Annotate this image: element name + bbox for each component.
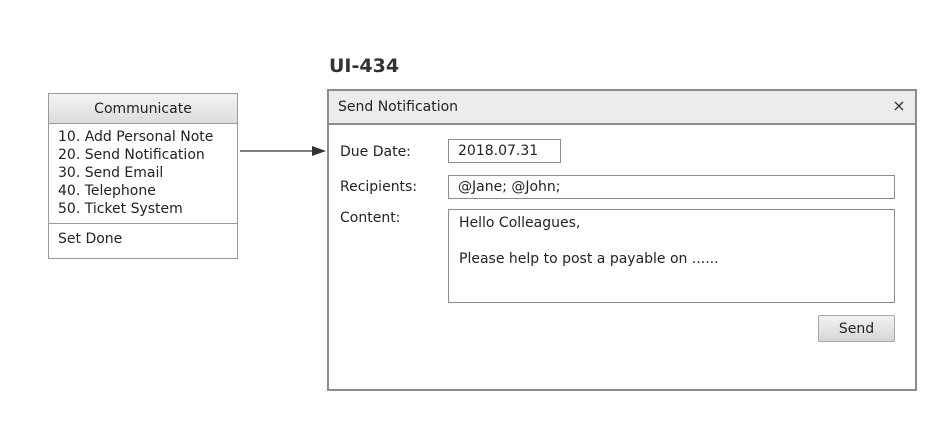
recipients-field[interactable]: @Jane; @John; [448,175,895,199]
content-line: Please help to post a payable on ...... [459,251,719,267]
menu-item-send-notification[interactable]: 20. Send Notification [58,146,237,164]
menu-item-ticket-system[interactable]: 50. Ticket System [58,200,237,218]
menu-title: Communicate [49,94,237,124]
dialog-titlebar: Send Notification × [329,91,915,125]
send-notification-dialog: Send Notification × Due Date: 2018.07.31… [327,89,917,391]
recipients-label: Recipients: [340,179,418,195]
content-line: Hello Colleagues, [459,215,581,231]
menu-item-set-done[interactable]: Set Done [49,224,237,248]
close-icon[interactable]: × [891,97,907,115]
recipients-value: @Jane; @John; [458,179,561,195]
due-date-label: Due Date: [340,144,411,160]
send-button[interactable]: Send [818,315,895,342]
menu-item-telephone[interactable]: 40. Telephone [58,182,237,200]
menu-item-send-email[interactable]: 30. Send Email [58,164,237,182]
due-date-field[interactable]: 2018.07.31 [448,139,561,163]
content-field[interactable]: Hello Colleagues, Please help to post a … [448,209,895,303]
screen-id: UI-434 [329,55,400,77]
content-label: Content: [340,210,401,226]
menu-items: 10. Add Personal Note 20. Send Notificat… [49,124,237,224]
due-date-value: 2018.07.31 [458,143,539,159]
connector-arrow [240,146,326,156]
menu-item-add-personal-note[interactable]: 10. Add Personal Note [58,128,237,146]
communicate-menu: Communicate 10. Add Personal Note 20. Se… [48,93,238,259]
dialog-title: Send Notification [338,99,459,115]
